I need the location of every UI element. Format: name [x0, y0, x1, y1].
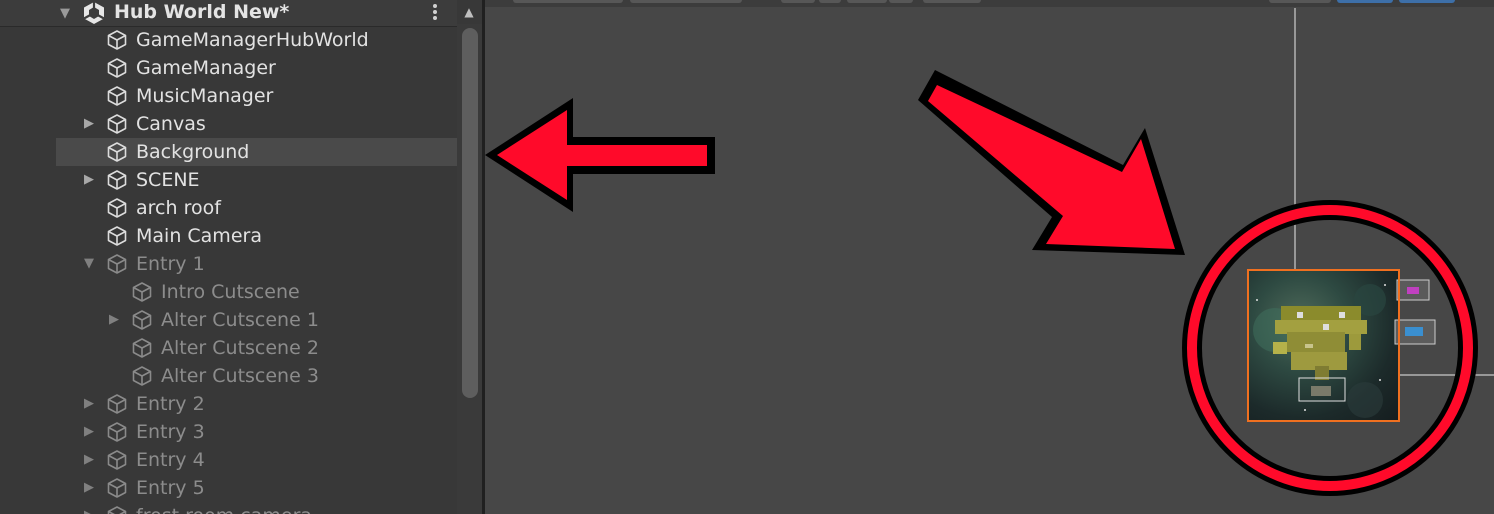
side-room-top[interactable] [1396, 279, 1430, 301]
gameobject-cube-icon [106, 393, 128, 415]
collapse-arrow-icon[interactable]: ▶ [84, 508, 94, 514]
hierarchy-row-label: Canvas [136, 113, 206, 135]
hierarchy-row[interactable]: ▶ Canvas [56, 110, 457, 138]
hierarchy-row[interactable]: Alter Cutscene 2 [56, 334, 457, 362]
collapse-arrow-icon[interactable]: ▶ [109, 312, 119, 327]
side-room-bottom[interactable] [1394, 319, 1436, 345]
gameobject-cube-icon [106, 169, 128, 191]
gameobject-cube-icon [131, 337, 153, 359]
hierarchy-row-label: Entry 2 [136, 393, 205, 415]
gameobject-cube-icon [106, 253, 128, 275]
gameobject-cube-icon [106, 85, 128, 107]
gameobject-cube-icon [106, 29, 128, 51]
hierarchy-row-label: arch roof [136, 197, 221, 219]
hierarchy-row-label: Background [136, 141, 250, 163]
hierarchy-row[interactable]: ▶ Alter Cutscene 1 [56, 306, 457, 334]
collapse-arrow-icon[interactable]: ▶ [84, 480, 94, 495]
hierarchy-row-label: Entry 3 [136, 421, 205, 443]
hierarchy-row-label: Alter Cutscene 3 [161, 365, 319, 387]
gameobject-cube-icon [106, 141, 128, 163]
hierarchy-row[interactable]: ▶ Entry 5 [56, 474, 457, 502]
gameobject-cube-icon [106, 505, 128, 514]
gameobject-cube-icon [106, 449, 128, 471]
hierarchy-row[interactable]: MusicManager [56, 82, 457, 110]
gameobject-cube-icon [131, 281, 153, 303]
gameobject-cube-icon [131, 309, 153, 331]
annotation-left-arrow [485, 98, 715, 212]
hierarchy-row[interactable]: ▶ Entry 2 [56, 390, 457, 418]
collapse-arrow-icon[interactable]: ▶ [84, 452, 94, 467]
gameobject-cube-icon [106, 57, 128, 79]
scene-title: Hub World New* [114, 1, 290, 23]
hierarchy-row[interactable]: Main Camera [56, 222, 457, 250]
hierarchy-row-label: Entry 5 [136, 477, 205, 499]
gameobject-cube-icon [106, 421, 128, 443]
gameobject-cube-icon [131, 365, 153, 387]
collapse-arrow-icon[interactable]: ▶ [84, 172, 94, 187]
hierarchy-row[interactable]: Alter Cutscene 3 [56, 362, 457, 390]
hierarchy-row-label: Intro Cutscene [161, 281, 300, 303]
gameobject-cube-icon [106, 225, 128, 247]
hierarchy-row[interactable]: ▼ Entry 1 [56, 250, 457, 278]
hierarchy-row-label: Entry 1 [136, 253, 205, 275]
hierarchy-row-label: frost room camera [136, 504, 312, 514]
gameobject-cube-icon [106, 197, 128, 219]
hierarchy-row[interactable]: Background [56, 138, 457, 166]
hierarchy-row[interactable]: ▶ SCENE [56, 166, 457, 194]
hierarchy-row-label: Alter Cutscene 1 [161, 309, 319, 331]
hierarchy-row[interactable]: Intro Cutscene [56, 278, 457, 306]
hierarchy-row-label: Entry 4 [136, 449, 205, 471]
hierarchy-row-label: Main Camera [136, 225, 262, 247]
hierarchy-panel: ▼ Hub World New* GameManagerHubWorld Game… [0, 0, 482, 514]
collapse-arrow-icon[interactable]: ▶ [84, 424, 94, 439]
kebab-menu-icon[interactable] [428, 2, 442, 24]
scene-header-row[interactable]: ▼ Hub World New* [0, 0, 457, 27]
hierarchy-gutter [0, 26, 56, 514]
hierarchy-row[interactable]: GameManagerHubWorld [56, 26, 457, 54]
expand-arrow-icon[interactable]: ▼ [84, 256, 94, 271]
scene-view[interactable] [485, 0, 1494, 514]
unity-logo-icon [83, 2, 105, 24]
hierarchy-row[interactable]: ▶ Entry 4 [56, 446, 457, 474]
scene-canvas[interactable] [485, 0, 1494, 514]
hierarchy-row-label: Alter Cutscene 2 [161, 337, 319, 359]
gameobject-cube-icon [106, 477, 128, 499]
hierarchy-row-label: GameManager [136, 57, 276, 79]
hierarchy-row-label: GameManagerHubWorld [136, 29, 369, 51]
hierarchy-row[interactable]: arch roof [56, 194, 457, 222]
hierarchy-row-label: MusicManager [136, 85, 274, 107]
annotation-diagonal-arrow [918, 70, 1185, 255]
hierarchy-row[interactable]: GameManager [56, 54, 457, 82]
collapse-arrow-icon[interactable]: ▶ [84, 116, 94, 131]
scroll-up-arrow-icon[interactable]: ▲ [461, 4, 477, 20]
gameobject-cube-icon [106, 113, 128, 135]
collapse-arrow-icon[interactable]: ▶ [84, 396, 94, 411]
scene-fold-arrow-icon[interactable]: ▼ [60, 6, 70, 21]
hierarchy-row-label: SCENE [136, 169, 200, 191]
hierarchy-scrollbar-thumb[interactable] [462, 28, 478, 398]
hierarchy-row[interactable]: ▶ Entry 3 [56, 418, 457, 446]
hierarchy-row[interactable]: ▶ frost room camera [56, 502, 457, 514]
